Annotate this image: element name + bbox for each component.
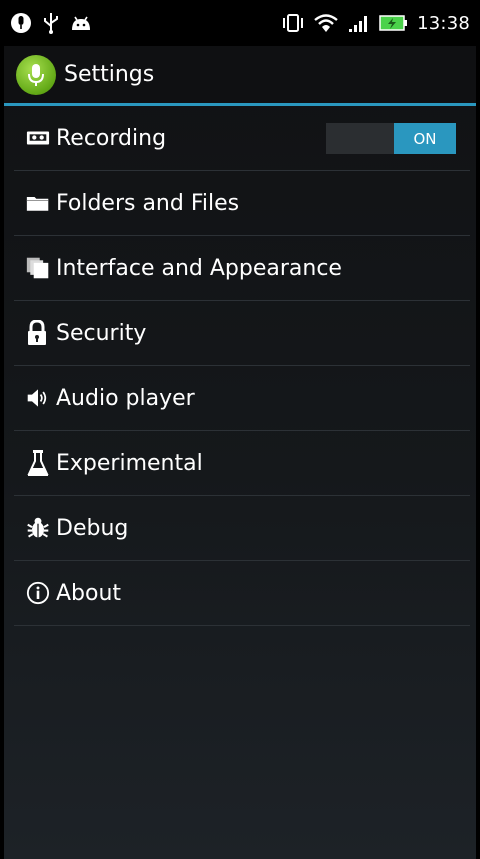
settings-item-label: Debug [56, 515, 129, 541]
recording-toggle[interactable]: ON [326, 123, 456, 154]
battery-icon [379, 14, 409, 32]
settings-list: Recording ON Folders and Files Interface… [4, 106, 476, 626]
settings-item-interface-and-appearance[interactable]: Interface and Appearance [14, 236, 470, 301]
settings-item-folders-and-files[interactable]: Folders and Files [14, 171, 470, 236]
cassette-icon [14, 120, 50, 156]
settings-item-recording[interactable]: Recording ON [14, 106, 470, 171]
vibrate-icon [281, 13, 305, 33]
folder-icon [14, 185, 50, 221]
page-title: Settings [64, 62, 155, 87]
settings-item-label: Security [56, 320, 147, 346]
flask-icon [14, 445, 50, 481]
settings-item-experimental[interactable]: Experimental [14, 431, 470, 496]
bug-icon [14, 510, 50, 546]
settings-item-debug[interactable]: Debug [14, 496, 470, 561]
copy-icon [14, 250, 50, 286]
action-bar: Settings [4, 46, 476, 106]
settings-item-security[interactable]: Security [14, 301, 470, 366]
info-icon [14, 575, 50, 611]
settings-item-label: Experimental [56, 450, 203, 476]
phone-screen: 13:38 Settings Recording ON Folders and … [4, 0, 476, 859]
settings-item-label: About [56, 580, 122, 606]
status-bar: 13:38 [4, 0, 476, 46]
settings-item-about[interactable]: About [14, 561, 470, 626]
settings-item-label: Audio player [56, 385, 195, 411]
settings-item-label: Interface and Appearance [56, 255, 342, 281]
settings-item-audio-player[interactable]: Audio player [14, 366, 470, 431]
toggle-track [326, 123, 394, 154]
signal-icon [347, 13, 371, 33]
settings-item-label: Folders and Files [56, 190, 240, 216]
voice-recorder-notification-icon [10, 12, 32, 34]
lock-icon [14, 315, 50, 351]
usb-icon [42, 12, 60, 34]
settings-item-label: Recording [56, 125, 167, 151]
toggle-state-label: ON [394, 123, 456, 154]
status-clock: 13:38 [417, 12, 470, 34]
wifi-icon [313, 13, 339, 33]
speaker-icon [14, 380, 50, 416]
android-debug-icon [70, 14, 92, 32]
app-logo-microphone-icon[interactable] [16, 54, 56, 95]
